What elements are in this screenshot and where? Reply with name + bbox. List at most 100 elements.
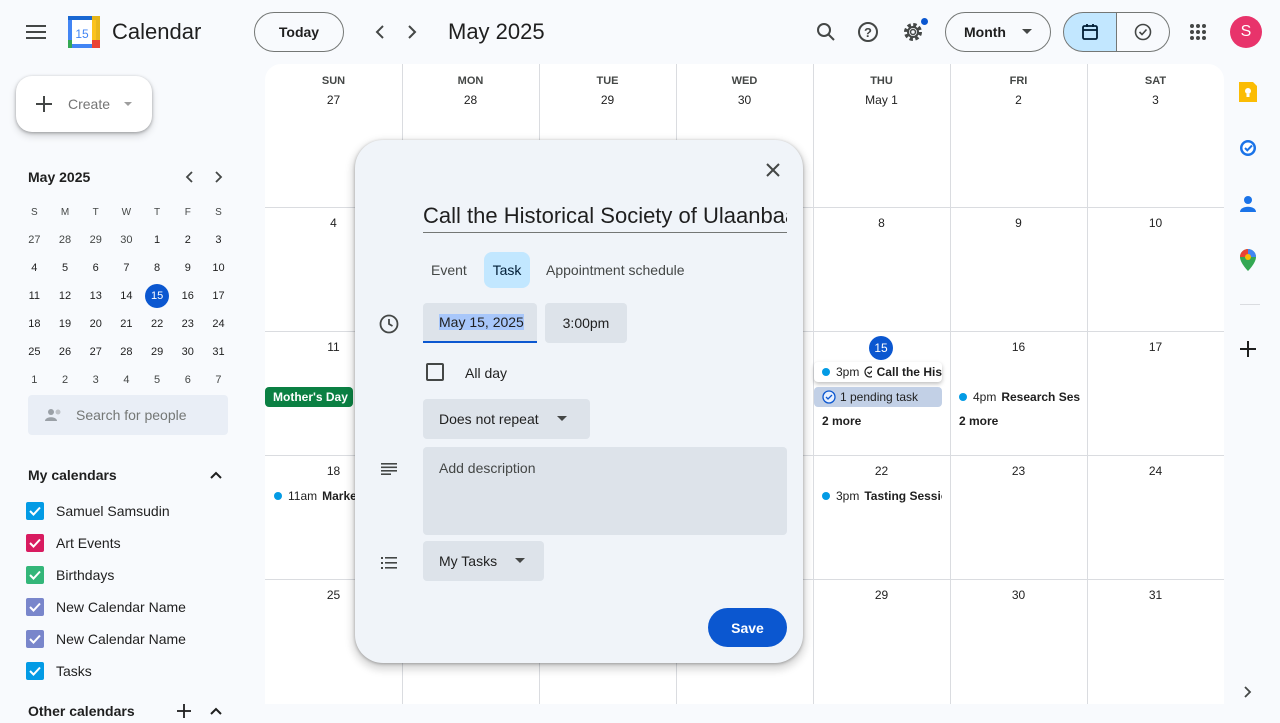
mini-calendar-day[interactable]: 10 <box>203 254 234 282</box>
mini-calendar-day[interactable]: 28 <box>50 226 81 254</box>
settings-button[interactable] <box>893 12 933 52</box>
next-period-button[interactable] <box>396 16 428 48</box>
mini-calendar-day[interactable]: 25 <box>19 338 50 366</box>
collapse-other-calendars-button[interactable] <box>204 699 228 723</box>
contacts-button[interactable] <box>1236 192 1260 216</box>
previous-period-button[interactable] <box>364 16 396 48</box>
tab-event[interactable]: Event <box>423 252 475 288</box>
mini-calendar-day[interactable]: 11 <box>19 282 50 310</box>
day-number[interactable]: 17 <box>1087 340 1224 354</box>
calendar-checkbox[interactable] <box>26 502 44 520</box>
calendar-logo-icon[interactable]: 15 <box>68 16 100 48</box>
mini-calendar-day[interactable]: 6 <box>80 254 111 282</box>
mini-calendar-day[interactable]: 3 <box>203 226 234 254</box>
event-chip-tasting-session[interactable]: 3pm Tasting Sessic <box>822 486 942 506</box>
view-select[interactable]: Month <box>945 12 1051 52</box>
mini-calendar-day[interactable]: 29 <box>80 226 111 254</box>
mini-calendar-day[interactable]: 26 <box>50 338 81 366</box>
mini-calendar-day[interactable]: 6 <box>172 366 203 394</box>
search-people-input[interactable]: Search for people <box>28 395 228 435</box>
day-number[interactable]: 29 <box>813 588 950 602</box>
day-number-today[interactable]: 15 <box>869 336 893 360</box>
mini-calendar-day[interactable]: 15 <box>142 282 173 310</box>
other-calendars-heading[interactable]: Other calendars <box>28 703 135 719</box>
mini-calendar-day[interactable]: 7 <box>111 254 142 282</box>
save-button[interactable]: Save <box>708 608 787 647</box>
mini-calendar-day[interactable]: 2 <box>172 226 203 254</box>
mini-calendar-day[interactable]: 29 <box>142 338 173 366</box>
day-number[interactable]: 3 <box>1087 93 1224 107</box>
day-number[interactable]: 30 <box>676 93 813 107</box>
mini-calendar-next[interactable] <box>207 165 231 189</box>
mini-calendar-day[interactable]: 22 <box>142 310 173 338</box>
calendar-checkbox[interactable] <box>26 630 44 648</box>
today-button[interactable]: Today <box>254 12 344 52</box>
mini-calendar-day[interactable]: 2 <box>50 366 81 394</box>
mini-calendar-day[interactable]: 19 <box>50 310 81 338</box>
pending-task-chip[interactable]: 1 pending task <box>814 387 942 407</box>
tasks-button[interactable] <box>1236 136 1260 160</box>
day-number[interactable]: 2 <box>950 93 1087 107</box>
collapse-my-calendars-button[interactable] <box>204 463 228 487</box>
day-number[interactable]: 29 <box>539 93 676 107</box>
mini-calendar-day[interactable]: 4 <box>111 366 142 394</box>
calendar-checkbox[interactable] <box>26 662 44 680</box>
calendar-checkbox[interactable] <box>26 534 44 552</box>
more-events-link[interactable]: 2 more <box>822 411 861 431</box>
mini-calendar-day[interactable]: 20 <box>80 310 111 338</box>
calendar-list-item[interactable]: New Calendar Name <box>26 628 186 650</box>
event-chip-mothers-day[interactable]: Mother's Day <box>265 387 353 407</box>
tab-task[interactable]: Task <box>484 252 530 288</box>
get-add-ons-button[interactable] <box>1236 337 1260 361</box>
maps-button[interactable] <box>1236 248 1260 272</box>
day-number[interactable]: 27 <box>265 93 402 107</box>
more-events-link[interactable]: 2 more <box>959 411 998 431</box>
day-number[interactable]: 28 <box>402 93 539 107</box>
calendar-list-item[interactable]: New Calendar Name <box>26 596 186 618</box>
keep-button[interactable] <box>1236 80 1260 104</box>
day-number[interactable]: 30 <box>950 588 1087 602</box>
mini-calendar-day[interactable]: 4 <box>19 254 50 282</box>
mini-calendar-day[interactable]: 16 <box>172 282 203 310</box>
event-chip-research-session[interactable]: 4pm Research Ses <box>959 387 1087 407</box>
calendar-list-item[interactable]: Tasks <box>26 660 92 682</box>
day-number[interactable]: May 1 <box>813 93 950 107</box>
mini-calendar-day[interactable]: 27 <box>19 226 50 254</box>
mini-calendar-day[interactable]: 30 <box>111 226 142 254</box>
help-button[interactable]: ? <box>848 12 888 52</box>
mini-calendar-day[interactable]: 14 <box>111 282 142 310</box>
mini-calendar-day[interactable]: 31 <box>203 338 234 366</box>
event-chip-call-historical-society[interactable]: 3pm Call the His <box>814 362 942 382</box>
tasks-view-toggle[interactable] <box>1116 12 1170 52</box>
all-day-checkbox[interactable] <box>426 363 444 381</box>
repeat-select[interactable]: Does not repeat <box>423 399 590 439</box>
day-number[interactable]: 23 <box>950 464 1087 478</box>
mini-calendar-day[interactable]: 1 <box>19 366 50 394</box>
calendar-list-item[interactable]: Samuel Samsudin <box>26 500 170 522</box>
day-number[interactable]: 16 <box>950 340 1087 354</box>
mini-calendar-day[interactable]: 17 <box>203 282 234 310</box>
day-number[interactable]: 8 <box>813 216 950 230</box>
mini-calendar-day[interactable]: 9 <box>172 254 203 282</box>
task-title-input[interactable]: Call the Historical Society of Ulaanbaat… <box>423 203 787 233</box>
task-list-select[interactable]: My Tasks <box>423 541 544 581</box>
mini-calendar-day[interactable]: 30 <box>172 338 203 366</box>
mini-calendar-day[interactable]: 18 <box>19 310 50 338</box>
tab-appointment-schedule[interactable]: Appointment schedule <box>538 252 693 288</box>
day-number[interactable]: 22 <box>813 464 950 478</box>
calendar-list-item[interactable]: Birthdays <box>26 564 114 586</box>
event-chip-market[interactable]: 11am Market <box>274 486 364 506</box>
mini-calendar-day[interactable]: 7 <box>203 366 234 394</box>
mini-calendar-day[interactable]: 3 <box>80 366 111 394</box>
day-number[interactable]: 24 <box>1087 464 1224 478</box>
task-time-field[interactable]: 3:00pm <box>545 303 627 343</box>
mini-calendar-day[interactable]: 13 <box>80 282 111 310</box>
day-number[interactable]: 10 <box>1087 216 1224 230</box>
mini-calendar-day[interactable]: 24 <box>203 310 234 338</box>
mini-calendar-day[interactable]: 28 <box>111 338 142 366</box>
day-number[interactable]: 31 <box>1087 588 1224 602</box>
create-button[interactable]: Create <box>16 76 152 132</box>
mini-calendar-day[interactable]: 12 <box>50 282 81 310</box>
calendar-checkbox[interactable] <box>26 566 44 584</box>
mini-calendar-day[interactable]: 21 <box>111 310 142 338</box>
